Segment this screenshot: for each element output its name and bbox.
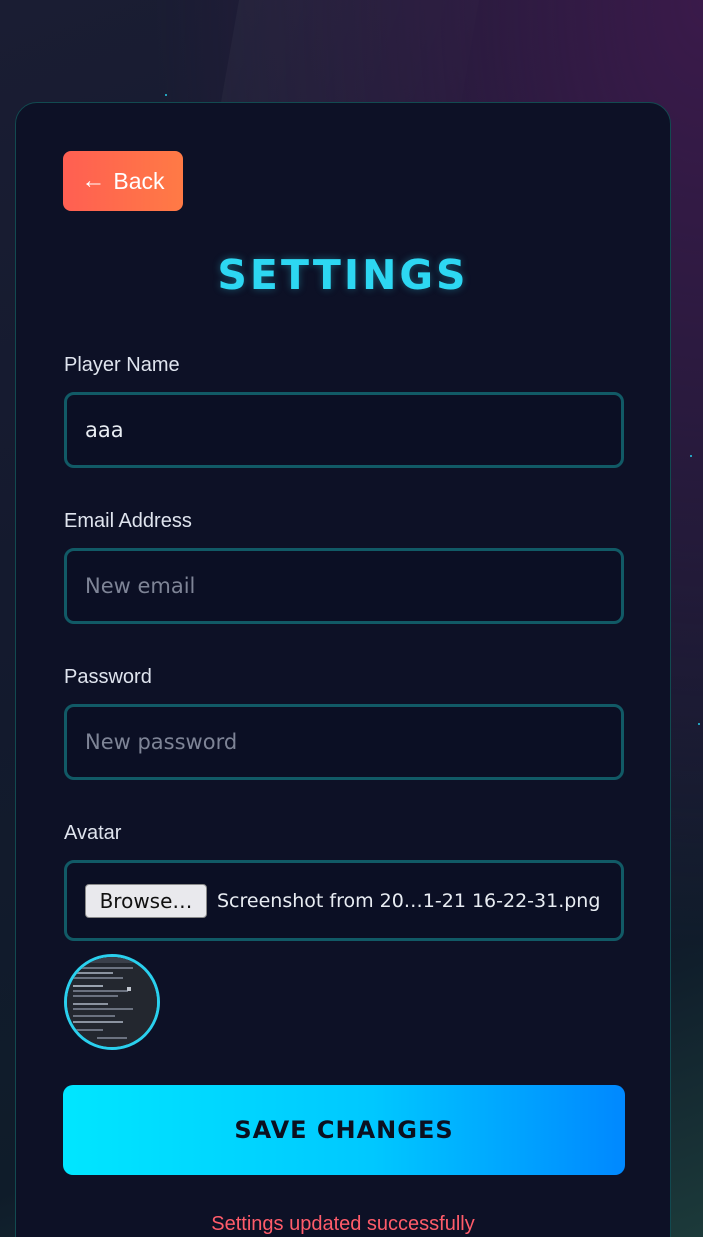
page-title: SETTINGS (217, 251, 469, 299)
password-label: Password (64, 666, 152, 688)
arrow-left-icon: ← (81, 167, 106, 194)
avatar-label: Avatar (64, 822, 122, 844)
email-field[interactable] (64, 548, 624, 624)
player-name-input[interactable] (64, 392, 624, 468)
selected-file-name: Screenshot from 20…1-21 16-22-31.png (217, 889, 601, 912)
save-changes-button[interactable]: SAVE CHANGES (63, 1085, 625, 1175)
avatar-preview (64, 954, 160, 1050)
avatar-file-input[interactable]: Browse… Screenshot from 20…1-21 16-22-31… (64, 860, 624, 941)
back-button-label: Back (113, 167, 165, 194)
back-button[interactable]: ← Back (63, 151, 183, 211)
background-star (165, 94, 167, 96)
email-label: Email Address (64, 510, 192, 532)
avatar-thumbnail-image (67, 957, 157, 1047)
background-star (698, 723, 700, 725)
status-message: Settings updated successfully (211, 1213, 475, 1235)
background-star (690, 455, 692, 457)
password-field[interactable] (64, 704, 624, 780)
player-name-label: Player Name (64, 354, 180, 376)
browse-button[interactable]: Browse… (85, 883, 207, 918)
settings-card: ← Back SETTINGS Player Name Email Addres… (15, 102, 671, 1237)
